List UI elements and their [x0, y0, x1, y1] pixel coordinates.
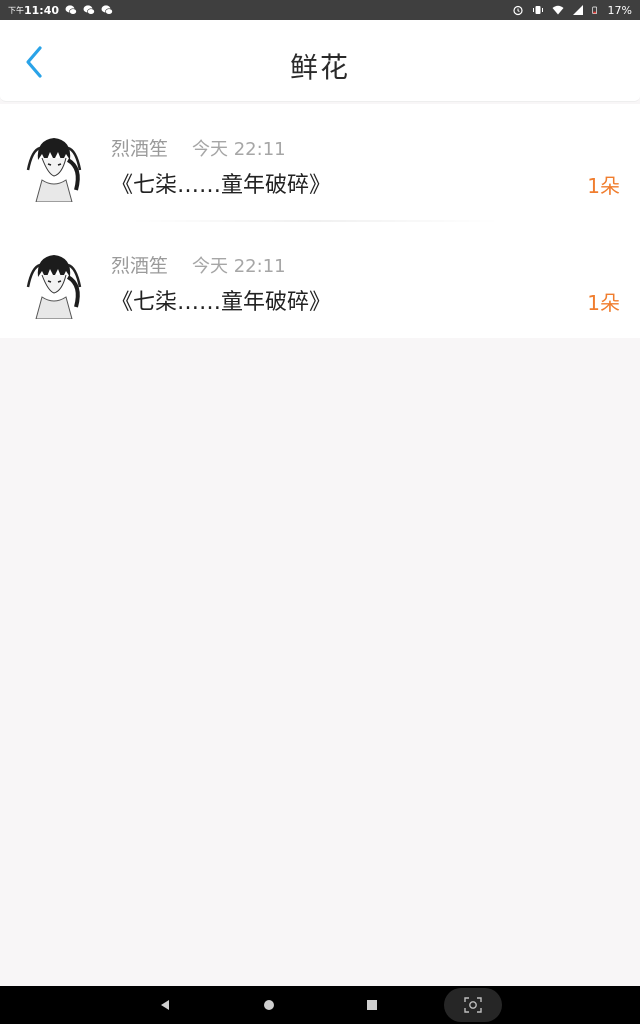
nav-back-icon	[161, 1000, 169, 1010]
nav-home-button[interactable]	[254, 992, 284, 1018]
page-title: 鲜花	[289, 51, 350, 84]
status-time: 11:40	[24, 3, 60, 17]
wechat-icon	[83, 5, 95, 15]
flower-count: 1朵	[587, 291, 620, 315]
status-time-prefix: 下午	[8, 5, 24, 15]
screenshot-button[interactable]	[444, 988, 502, 1022]
alarm-icon	[512, 5, 523, 16]
battery-percent: 17%	[607, 3, 632, 17]
signal-icon	[572, 5, 583, 15]
nav-recent-icon	[367, 1000, 377, 1010]
nav-back-button[interactable]	[150, 992, 180, 1018]
navigation-bar	[0, 986, 640, 1024]
nav-recent-button[interactable]	[357, 992, 387, 1018]
work-title[interactable]: 《七柒……童年破碎》	[111, 167, 331, 199]
header: 鲜花	[0, 20, 640, 102]
username: 烈酒笙	[111, 255, 169, 277]
vibrate-icon	[532, 6, 543, 14]
timestamp: 今天 22:11	[192, 139, 286, 160]
list-item[interactable]: 烈酒笙 今天 22:11 《七柒……童年破碎》 1朵	[0, 220, 640, 338]
nav-home-icon	[264, 1000, 274, 1010]
username: 烈酒笙	[111, 138, 169, 160]
timestamp: 今天 22:11	[192, 256, 286, 277]
status-bar: 下午 11:40 17%	[0, 0, 640, 20]
flower-list: 烈酒笙 今天 22:11 《七柒……童年破碎》 1朵 烈酒笙 今天 22:11 …	[0, 104, 640, 338]
wifi-icon	[552, 5, 564, 15]
screenshot-icon	[464, 997, 482, 1013]
avatar[interactable]	[18, 130, 90, 202]
status-left: 下午 11:40	[8, 4, 113, 17]
list-item[interactable]: 烈酒笙 今天 22:11 《七柒……童年破碎》 1朵	[0, 104, 640, 221]
battery-icon	[591, 6, 597, 14]
work-title[interactable]: 《七柒……童年破碎》	[111, 284, 331, 316]
flower-count: 1朵	[587, 174, 620, 198]
wechat-icon	[101, 5, 113, 15]
wechat-icon	[65, 5, 77, 15]
status-right: 17%	[512, 4, 632, 17]
avatar[interactable]	[18, 247, 90, 319]
